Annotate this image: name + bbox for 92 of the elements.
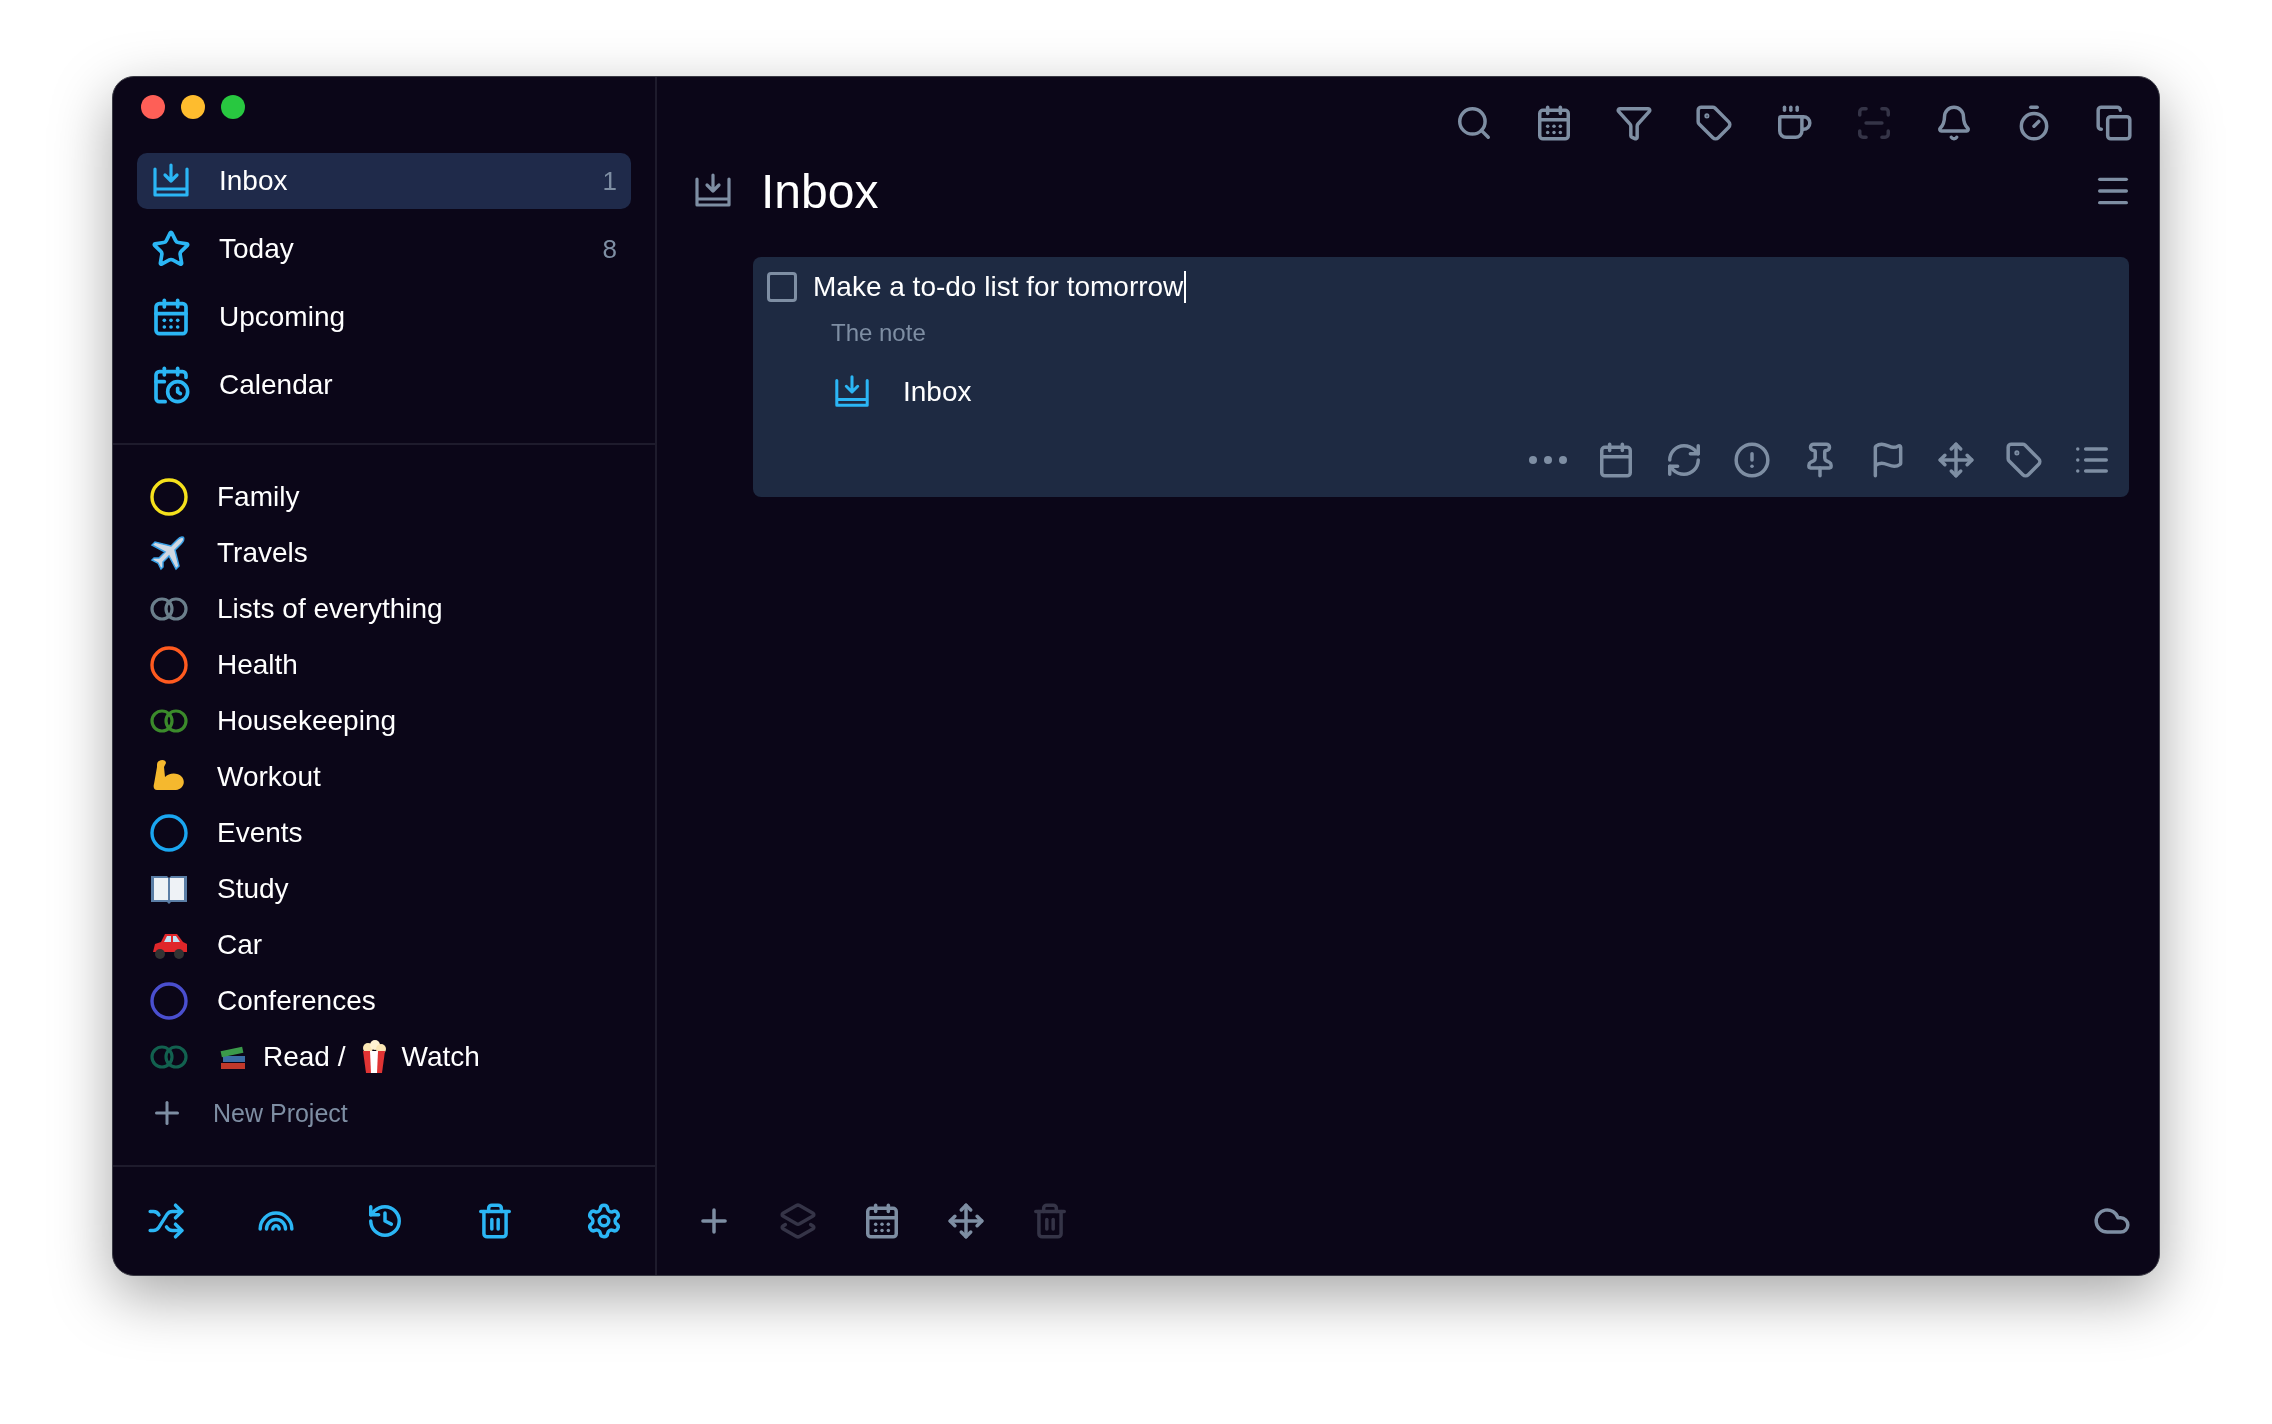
calendar-icon <box>1535 104 1573 142</box>
new-project-label: New Project <box>213 1098 348 1128</box>
bottom-tool-button[interactable] <box>863 1202 901 1240</box>
project-item[interactable]: Family <box>149 469 631 525</box>
task-action-button[interactable] <box>2005 441 2043 479</box>
sidebar-item-label: Inbox <box>219 165 288 197</box>
layers-icon <box>779 1202 817 1240</box>
project-item[interactable]: Travels <box>149 525 631 581</box>
toolbar-button[interactable] <box>1935 104 1973 142</box>
project-item[interactable]: Lists of everything <box>149 581 631 637</box>
new-project-button[interactable]: New Project <box>149 1085 631 1141</box>
calendar-icon <box>1597 441 1635 479</box>
project-label: Read / <box>263 1041 346 1073</box>
task-project: Inbox <box>903 376 972 408</box>
calendar-grid-icon <box>151 297 191 337</box>
tag-icon <box>2005 441 2043 479</box>
sidebar-item-label: Calendar <box>219 369 333 401</box>
project-label: Events <box>217 817 303 849</box>
task-checkbox[interactable] <box>767 272 797 302</box>
trash-icon <box>1031 1202 1069 1240</box>
item-count: 8 <box>602 233 617 265</box>
sidebar-item[interactable]: Upcoming <box>137 289 631 345</box>
task-title[interactable]: Make a to-do list for tomorrow <box>813 271 1187 303</box>
project-label: Car <box>217 929 263 961</box>
project-label: Lists of everything <box>217 593 443 625</box>
project-label: Workout <box>217 761 321 793</box>
page-title: Inbox <box>761 163 879 219</box>
coffee-cup-icon <box>1775 104 1813 142</box>
project-item[interactable]: Health <box>149 637 631 693</box>
project-label: Watch <box>401 1041 480 1073</box>
project-label: Housekeeping <box>217 705 397 737</box>
ring-icon <box>149 477 189 517</box>
calendar-icon <box>863 1202 901 1240</box>
move-arrows-icon <box>1937 441 1975 479</box>
task-action-button[interactable] <box>1665 441 1703 479</box>
settings-icon <box>585 1202 623 1240</box>
double-ring-icon <box>149 597 189 621</box>
history-icon <box>366 1202 404 1240</box>
calendar-clock-icon <box>151 365 191 405</box>
project-label: Conferences <box>217 985 376 1017</box>
window-button[interactable] <box>221 95 245 119</box>
toolbar-button[interactable] <box>1775 104 1813 142</box>
task-action-button[interactable] <box>1529 456 1567 464</box>
project-label: Study <box>217 873 289 905</box>
project-item[interactable]: Conferences <box>149 973 631 1029</box>
alert-icon <box>1733 441 1771 479</box>
repeat-icon <box>1665 441 1703 479</box>
window-button[interactable] <box>181 95 205 119</box>
project-item[interactable]: Events <box>149 805 631 861</box>
sidebar-tool-button[interactable] <box>585 1202 623 1240</box>
window-button[interactable] <box>141 95 165 119</box>
copy-icon <box>2095 104 2133 142</box>
toolbar-button[interactable] <box>2095 104 2133 142</box>
toolbar-button[interactable] <box>1615 104 1653 142</box>
toolbar-button[interactable] <box>1695 104 1733 142</box>
task-action-button[interactable] <box>1597 441 1635 479</box>
task-action-button[interactable] <box>1937 441 1975 479</box>
double-ring-icon <box>149 709 189 733</box>
project-item[interactable]: Housekeeping <box>149 693 631 749</box>
double-ring-icon <box>149 1045 189 1069</box>
item-count: 1 <box>602 165 617 197</box>
project-item[interactable]: Study <box>149 861 631 917</box>
sidebar-tool-button[interactable] <box>147 1202 185 1240</box>
project-label: Health <box>217 649 298 681</box>
sidebar-item-label: Today <box>219 233 294 265</box>
sidebar-tool-button[interactable] <box>366 1202 404 1240</box>
ring-icon <box>149 813 189 853</box>
sidebar-item[interactable]: Calendar <box>137 357 631 413</box>
more-icon <box>1529 456 1567 464</box>
filter-icon <box>1615 104 1653 142</box>
project-item[interactable]: Car <box>149 917 631 973</box>
toolbar-button[interactable] <box>1455 104 1493 142</box>
shuffle-icon <box>147 1202 185 1240</box>
search-icon <box>1455 104 1493 142</box>
ring-icon <box>149 645 189 685</box>
project-item[interactable]: Workout <box>149 749 631 805</box>
sidebar-item-label: Upcoming <box>219 301 346 333</box>
sidebar-item[interactable]: Inbox 1 <box>137 153 631 209</box>
note-placeholder[interactable]: The note <box>831 319 2115 347</box>
bell-icon <box>1935 104 1973 142</box>
star-icon <box>151 229 191 269</box>
tag-icon <box>1695 104 1733 142</box>
ring-icon <box>149 981 189 1021</box>
move-arrows-icon <box>947 1202 985 1240</box>
project-label: Family <box>217 481 300 513</box>
project-label: Travels <box>217 537 308 569</box>
bottom-tool-button[interactable] <box>947 1202 985 1240</box>
focus-frame-icon <box>1855 104 1893 142</box>
toolbar-button[interactable] <box>1535 104 1573 142</box>
project-item[interactable]: Read / Watch <box>149 1029 631 1085</box>
sidebar-item[interactable]: Today 8 <box>137 221 631 277</box>
task-action-button[interactable] <box>1733 441 1771 479</box>
